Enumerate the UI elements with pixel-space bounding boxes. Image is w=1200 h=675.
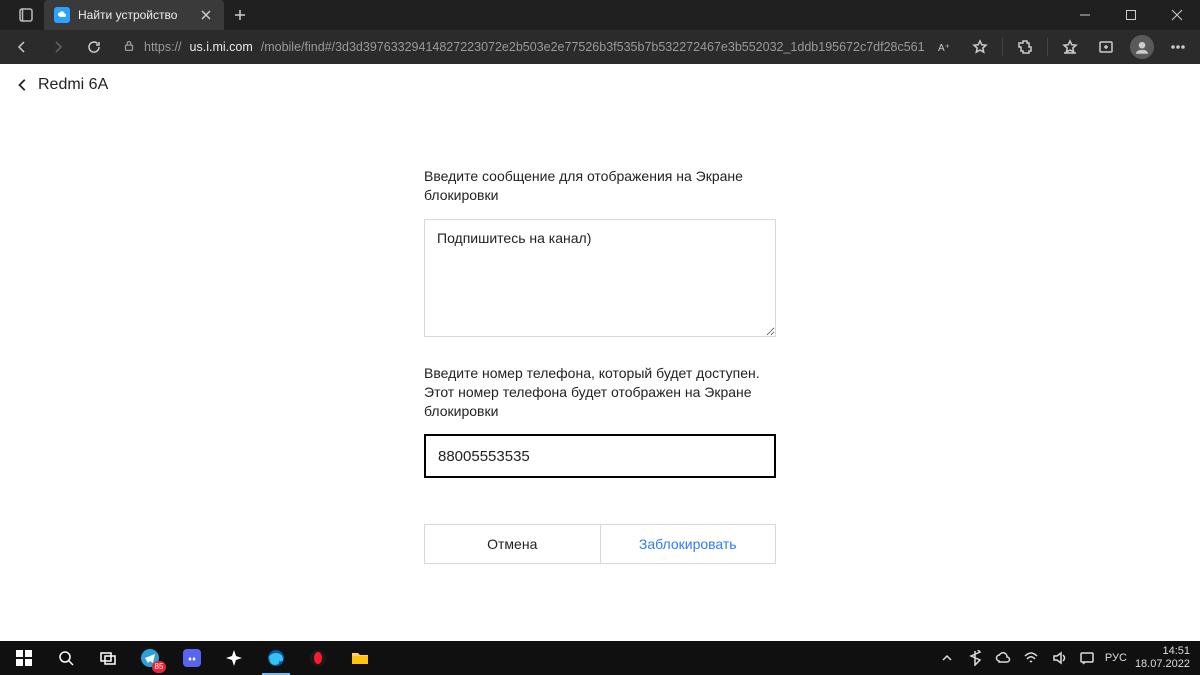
wifi-icon[interactable] [1021, 648, 1041, 668]
file-explorer-app[interactable] [340, 641, 380, 675]
window-titlebar: Найти устройство [0, 0, 1200, 30]
windows-taskbar: 85 РУС 14:51 18.07.2022 [0, 641, 1200, 675]
start-button[interactable] [4, 641, 44, 675]
browser-tab[interactable]: Найти устройство [44, 0, 224, 30]
browser-toolbar: https:// us.i.mi.com/mobile/find#/3d3d397… [0, 30, 1200, 64]
device-name: Redmi 6A [38, 76, 108, 94]
page-back-header[interactable]: Redmi 6A [0, 64, 1200, 107]
url-scheme: https:// [144, 40, 182, 54]
url-path: /mobile/find#/3d3d39763329414827223072e2… [261, 40, 924, 54]
window-minimize-button[interactable] [1062, 0, 1108, 30]
language-indicator[interactable]: РУС [1105, 652, 1127, 664]
phone-label: Введите номер телефона, который будет до… [424, 364, 776, 421]
nav-forward-button[interactable] [42, 33, 74, 61]
cancel-button[interactable]: Отмена [425, 525, 601, 563]
bluetooth-icon[interactable] [965, 648, 985, 668]
lock-message-textarea[interactable] [424, 219, 776, 337]
lock-form: Введите сообщение для отображения на Экр… [424, 167, 776, 564]
discord-app[interactable] [172, 641, 212, 675]
volume-icon[interactable] [1049, 648, 1069, 668]
copilot-app[interactable] [214, 641, 254, 675]
address-bar[interactable]: https:// us.i.mi.com/mobile/find#/3d3d397… [114, 33, 924, 61]
opera-app[interactable] [298, 641, 338, 675]
browser-menu-button[interactable] [1162, 33, 1194, 61]
collections-button[interactable] [1090, 33, 1122, 61]
notification-badge: 85 [152, 661, 166, 673]
lock-button[interactable]: Заблокировать [601, 525, 776, 563]
svg-text:A⁺: A⁺ [938, 43, 950, 54]
action-buttons: Отмена Заблокировать [424, 524, 776, 564]
edge-app[interactable] [256, 641, 296, 675]
clock[interactable]: 14:51 18.07.2022 [1135, 645, 1190, 670]
search-button[interactable] [46, 641, 86, 675]
tab-title: Найти устройство [78, 8, 190, 22]
favorite-button[interactable] [964, 33, 996, 61]
page-content: Redmi 6A Введите сообщение для отображен… [0, 64, 1200, 641]
tab-actions-button[interactable] [8, 0, 44, 30]
clock-date: 18.07.2022 [1135, 658, 1190, 671]
window-close-button[interactable] [1154, 0, 1200, 30]
telegram-app[interactable]: 85 [130, 641, 170, 675]
chevron-left-icon [16, 78, 30, 92]
profile-button[interactable] [1126, 33, 1158, 61]
task-view-button[interactable] [88, 641, 128, 675]
clock-time: 14:51 [1135, 645, 1190, 658]
close-tab-button[interactable] [198, 7, 214, 23]
phone-input[interactable] [424, 434, 776, 478]
onedrive-icon[interactable] [993, 648, 1013, 668]
url-host: us.i.mi.com [190, 40, 253, 54]
avatar-icon [1130, 35, 1154, 59]
extensions-button[interactable] [1009, 33, 1041, 61]
message-label: Введите сообщение для отображения на Экр… [424, 167, 776, 205]
window-maximize-button[interactable] [1108, 0, 1154, 30]
tray-overflow-button[interactable] [937, 648, 957, 668]
read-aloud-button[interactable]: A⁺ [928, 33, 960, 61]
nav-back-button[interactable] [6, 33, 38, 61]
nav-refresh-button[interactable] [78, 33, 110, 61]
favorites-list-button[interactable] [1054, 33, 1086, 61]
notifications-icon[interactable] [1077, 648, 1097, 668]
system-tray: РУС 14:51 18.07.2022 [937, 645, 1196, 670]
lock-icon [122, 39, 136, 56]
cloud-icon [54, 7, 70, 23]
new-tab-button[interactable] [224, 0, 256, 30]
